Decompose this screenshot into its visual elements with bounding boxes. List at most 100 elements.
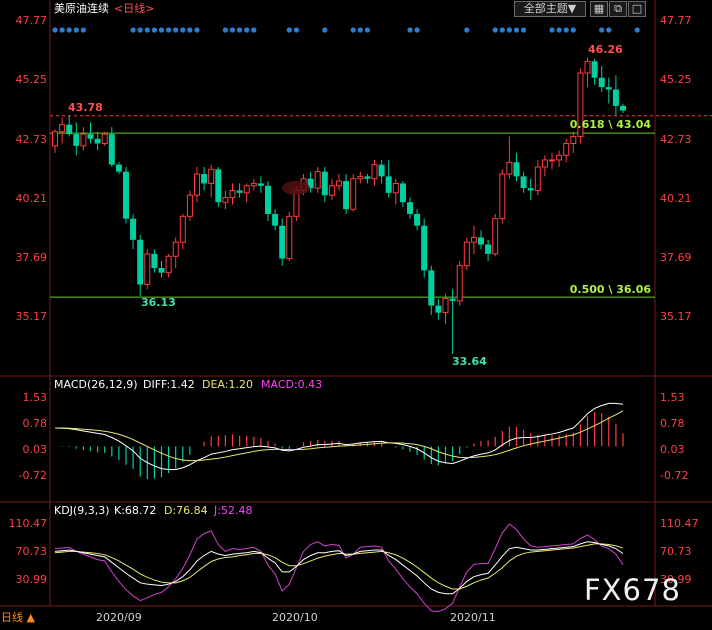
- event-dot: [407, 27, 413, 33]
- candle-body: [314, 171, 321, 189]
- event-dot: [66, 27, 72, 33]
- event-dot: [158, 27, 165, 33]
- macd-tick: 0.78: [660, 417, 685, 430]
- x-tick: 2020/11: [450, 611, 496, 624]
- candle-body: [257, 183, 264, 186]
- candle-body: [194, 173, 200, 196]
- kdj-j-value: J:52.48: [213, 504, 252, 517]
- event-dot: [364, 27, 370, 33]
- y-tick: 40.21: [16, 192, 48, 205]
- event-dot: [59, 27, 65, 33]
- macd-tick: 1.53: [23, 391, 48, 404]
- event-dot: [166, 27, 172, 33]
- event-dot: [187, 27, 193, 33]
- x-axis: 2020/09 2020/10 2020/11: [96, 611, 496, 624]
- kdj-tick: 30.99: [16, 573, 48, 586]
- event-dot: [229, 27, 236, 33]
- y-tick: 40.21: [660, 192, 692, 205]
- y-tick: 47.77: [660, 14, 692, 27]
- candle-body: [279, 225, 286, 259]
- candle-body: [115, 164, 122, 172]
- candle-body: [165, 255, 172, 274]
- event-dot: [80, 27, 86, 33]
- candle-body: [52, 131, 58, 147]
- candle-body: [470, 236, 477, 243]
- candle-body: [506, 161, 513, 175]
- candle-body: [385, 176, 392, 193]
- candle-body: [591, 61, 598, 78]
- macd-tick: -0.72: [19, 469, 47, 482]
- event-dots: [52, 27, 640, 33]
- candle-body: [364, 176, 371, 179]
- macd-panel: [54, 402, 624, 479]
- candle-body: [556, 154, 563, 161]
- y-tick: 45.25: [660, 73, 692, 86]
- macd-tick: 1.53: [660, 391, 685, 404]
- candle-body: [336, 180, 342, 187]
- y-tick: 37.69: [16, 251, 48, 264]
- ref-price-label: 43.78: [68, 101, 103, 114]
- event-dot: [322, 27, 328, 33]
- candle-body: [534, 166, 541, 191]
- macd-tick: 0.03: [660, 443, 685, 456]
- candle-body: [59, 124, 66, 133]
- event-dot: [521, 27, 527, 33]
- candle-body: [492, 218, 499, 255]
- event-dot: [499, 27, 505, 33]
- candle-body: [541, 159, 548, 168]
- candle-body: [620, 105, 626, 111]
- chart-window: 美原油连续 <日线> 47.77 45.25 42.73 40.21 37.69…: [0, 0, 712, 626]
- candle-body: [478, 237, 484, 245]
- candle-body: [130, 218, 137, 240]
- event-dot: [563, 27, 569, 33]
- candle-body: [286, 215, 293, 260]
- candle-body: [563, 142, 570, 156]
- event-dot: [414, 27, 420, 33]
- grid-icon[interactable]: ▦: [590, 1, 608, 17]
- kdj-k-line: [54, 541, 624, 595]
- event-dot: [151, 27, 157, 33]
- x-tick: 2020/09: [96, 611, 142, 624]
- candle-body: [66, 124, 73, 135]
- candle-body: [151, 253, 158, 268]
- event-dot: [549, 27, 555, 33]
- event-dot: [244, 27, 250, 33]
- kdj-tick: 110.47: [9, 517, 48, 530]
- price-axis-left: 47.77 45.25 42.73 40.21 37.69 35.17: [16, 14, 48, 323]
- event-dot: [180, 27, 186, 33]
- candle-body: [229, 189, 236, 199]
- candle-body: [598, 77, 605, 88]
- watermark: FX678: [584, 573, 681, 607]
- event-dot: [599, 27, 605, 33]
- kdj-j-line: [54, 523, 624, 613]
- macd-macd-value: MACD:0.43: [261, 378, 322, 391]
- candle-body: [222, 197, 229, 203]
- kdj-label: KDJ(9,3,3): [54, 504, 110, 517]
- candle-body: [449, 298, 456, 301]
- kdj-d-value: D:76.84: [164, 504, 208, 517]
- candle-body: [101, 133, 108, 144]
- macd-header: MACD(26,12,9) DIFF:1.42 DEA:1.20 MACD:0.…: [54, 378, 322, 391]
- y-tick: 45.25: [16, 73, 48, 86]
- candle-body: [265, 185, 271, 214]
- low-label: 33.64: [452, 355, 487, 368]
- period-label[interactable]: <日线>: [114, 1, 154, 15]
- candle-body: [421, 225, 428, 271]
- theme-select-button[interactable]: 全部主题▼: [514, 1, 586, 17]
- candle-body: [378, 164, 385, 177]
- maximize-icon[interactable]: □: [628, 1, 646, 17]
- candle-body: [201, 174, 208, 184]
- candle-body: [584, 60, 591, 74]
- event-dot: [350, 27, 356, 33]
- candle-body: [612, 89, 619, 106]
- event-dot: [634, 27, 640, 33]
- candle-body: [215, 169, 222, 203]
- candle-body: [570, 135, 577, 144]
- event-dot: [606, 27, 612, 33]
- restore-icon[interactable]: ⧉: [609, 1, 627, 17]
- fib-label-0500: 0.500 \ 36.06: [570, 283, 652, 296]
- candle-body: [321, 171, 328, 196]
- event-dot: [492, 27, 498, 33]
- event-dot: [570, 27, 576, 33]
- period-tab[interactable]: 日线 ▲: [1, 610, 35, 624]
